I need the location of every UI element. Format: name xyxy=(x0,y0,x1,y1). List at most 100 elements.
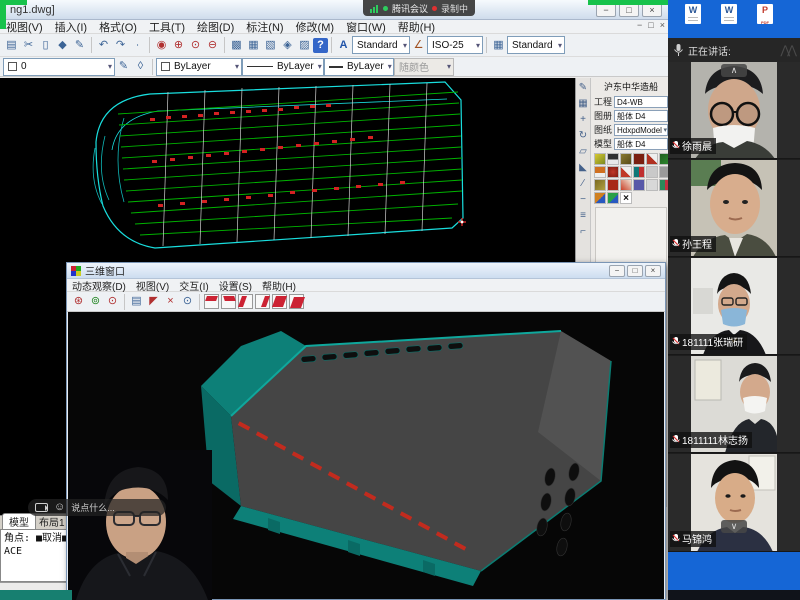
tool-icon[interactable] xyxy=(646,179,658,191)
cancel-icon[interactable]: × xyxy=(162,293,179,310)
tool-icon[interactable] xyxy=(646,166,658,178)
menu-settings[interactable]: 设置(S) xyxy=(214,278,257,293)
menu-interact[interactable]: 交互(I) xyxy=(174,278,213,293)
tool-icon[interactable] xyxy=(646,153,658,165)
participant-tile[interactable]: ∧ 徐雨晨 xyxy=(668,62,800,159)
linetype-combo[interactable]: ByLayer▾ xyxy=(242,58,324,76)
tool-icon[interactable] xyxy=(607,192,619,204)
plate-icon[interactable]: ▱ xyxy=(579,146,587,162)
stack-icon[interactable]: ≡ xyxy=(580,210,586,226)
menu-insert[interactable]: 插入(I) xyxy=(49,19,93,35)
layer-combo[interactable]: 0▾ xyxy=(3,58,115,76)
toolpalette-icon[interactable]: ◈ xyxy=(279,37,296,54)
tool-icon[interactable] xyxy=(633,179,645,191)
tab-model[interactable]: 模型 xyxy=(2,513,36,529)
menu-help3d[interactable]: 帮助(H) xyxy=(257,278,301,293)
maximize-button[interactable]: □ xyxy=(627,265,643,277)
menu-format[interactable]: 格式(O) xyxy=(93,19,143,35)
tool-icon[interactable] xyxy=(594,166,606,178)
tool-icon[interactable] xyxy=(633,166,645,178)
chat-placeholder[interactable]: 说点什么... xyxy=(71,501,115,514)
zoom3d-icon[interactable]: ⊙ xyxy=(104,293,121,310)
drawing-select[interactable]: HdxpdModel▾ xyxy=(614,124,668,136)
tool-icon[interactable] xyxy=(620,153,632,165)
sheetset-icon[interactable]: ▨ xyxy=(296,37,313,54)
tool-icon[interactable] xyxy=(607,153,619,165)
project-value[interactable]: D4-WB xyxy=(614,96,668,108)
mdi-close-button[interactable]: × xyxy=(660,20,665,30)
participant-tile[interactable]: 孙王程 xyxy=(668,160,800,257)
redo-icon[interactable]: ↷ xyxy=(112,37,129,54)
menu-dimension[interactable]: 标注(N) xyxy=(240,19,289,35)
menu-draw[interactable]: 绘图(D) xyxy=(191,19,240,35)
grid-icon[interactable]: ▦ xyxy=(578,98,587,114)
album-value[interactable]: 船体 D4 xyxy=(614,110,668,122)
pan-icon[interactable]: ◉ xyxy=(153,37,170,54)
participant-tile[interactable]: 1811111林志扬 xyxy=(668,356,800,453)
participant-tile[interactable]: 181111张瑞研 xyxy=(668,258,800,355)
sketch-icon[interactable]: ✎ xyxy=(579,82,587,98)
new-icon[interactable]: ▯ xyxy=(37,37,54,54)
zoom-out-icon[interactable]: ⊖ xyxy=(204,37,221,54)
find-icon[interactable]: ⊙ xyxy=(179,293,196,310)
shade-icon[interactable]: ⊚ xyxy=(87,293,104,310)
maximize-button[interactable]: □ xyxy=(619,3,639,17)
wedge-icon[interactable]: ◣ xyxy=(579,162,587,178)
orbit-icon[interactable]: ⊛ xyxy=(70,293,87,310)
cut-icon[interactable]: ✂ xyxy=(20,37,37,54)
point-icon[interactable]: ∙ xyxy=(129,37,146,54)
mdi-minimize-button[interactable]: − xyxy=(637,20,642,30)
minimize-button[interactable]: − xyxy=(596,3,616,17)
meeting-status-pill[interactable]: 腾讯会议 录制中 xyxy=(363,0,475,16)
scroll-up-button[interactable]: ∧ xyxy=(721,64,747,77)
view-iso-icon[interactable] xyxy=(272,294,287,309)
help-icon[interactable]: ? xyxy=(313,38,328,53)
list-icon[interactable]: ▤ xyxy=(128,293,145,310)
menu-modify[interactable]: 修改(M) xyxy=(290,19,341,35)
minus-icon[interactable]: − xyxy=(580,194,586,210)
menu-window[interactable]: 窗口(W) xyxy=(340,19,392,35)
slant-icon[interactable]: ∕ xyxy=(582,178,584,194)
word-file-icon[interactable]: W xyxy=(720,4,738,38)
move-icon[interactable]: + xyxy=(580,114,586,130)
close-button[interactable]: × xyxy=(645,265,661,277)
zoom-in-icon[interactable]: ⊕ xyxy=(170,37,187,54)
tool-icon[interactable] xyxy=(607,166,619,178)
camera-icon[interactable] xyxy=(35,503,48,512)
make-layer-icon[interactable]: ✎ xyxy=(115,58,132,75)
table-style-combo[interactable]: Standard▾ xyxy=(507,36,565,54)
zoom-window-icon[interactable]: ⊙ xyxy=(187,37,204,54)
layer-previous-icon[interactable]: ◊ xyxy=(132,58,149,75)
view-top-icon[interactable] xyxy=(204,294,219,309)
scroll-down-button[interactable]: ∨ xyxy=(721,520,747,533)
presenter-webcam[interactable] xyxy=(70,450,212,600)
word-file-icon[interactable]: W xyxy=(684,4,702,38)
mdi-restore-button[interactable]: □ xyxy=(648,20,653,30)
lineweight-combo[interactable]: ByLayer▾ xyxy=(324,58,394,76)
designcenter-icon[interactable]: ▧ xyxy=(262,37,279,54)
menu-help[interactable]: 帮助(H) xyxy=(392,19,441,35)
corner-icon[interactable]: ⌐ xyxy=(580,226,586,242)
properties-icon[interactable]: ▦ xyxy=(245,37,262,54)
menu-tools[interactable]: 工具(T) xyxy=(143,19,191,35)
pdf-file-icon[interactable]: PPDF xyxy=(756,4,774,38)
tool-icon[interactable] xyxy=(607,179,619,191)
model-value[interactable]: 船体 D4 xyxy=(614,138,668,150)
delete-x-icon[interactable]: × xyxy=(620,192,632,204)
tool-icon[interactable] xyxy=(620,179,632,191)
edit-icon[interactable]: ✎ xyxy=(71,37,88,54)
tool-icon[interactable] xyxy=(633,153,645,165)
tool-icon[interactable] xyxy=(620,166,632,178)
dim-style-combo[interactable]: ISO-25▾ xyxy=(427,36,483,54)
menu-orbit[interactable]: 动态观察(D) xyxy=(67,278,131,293)
color-combo[interactable]: ByLayer▾ xyxy=(156,58,242,76)
menu-view[interactable]: 视图(V) xyxy=(0,19,49,35)
rotate-icon[interactable]: ↻ xyxy=(579,130,587,146)
menu-view3d[interactable]: 视图(V) xyxy=(131,278,174,293)
tool-icon[interactable] xyxy=(594,153,606,165)
view-front-icon[interactable] xyxy=(221,294,236,309)
tool-icon[interactable] xyxy=(594,192,606,204)
view-left-icon[interactable] xyxy=(238,294,253,309)
text-style-combo[interactable]: Standard▾ xyxy=(352,36,410,54)
layer-manager-icon[interactable]: ▩ xyxy=(228,37,245,54)
